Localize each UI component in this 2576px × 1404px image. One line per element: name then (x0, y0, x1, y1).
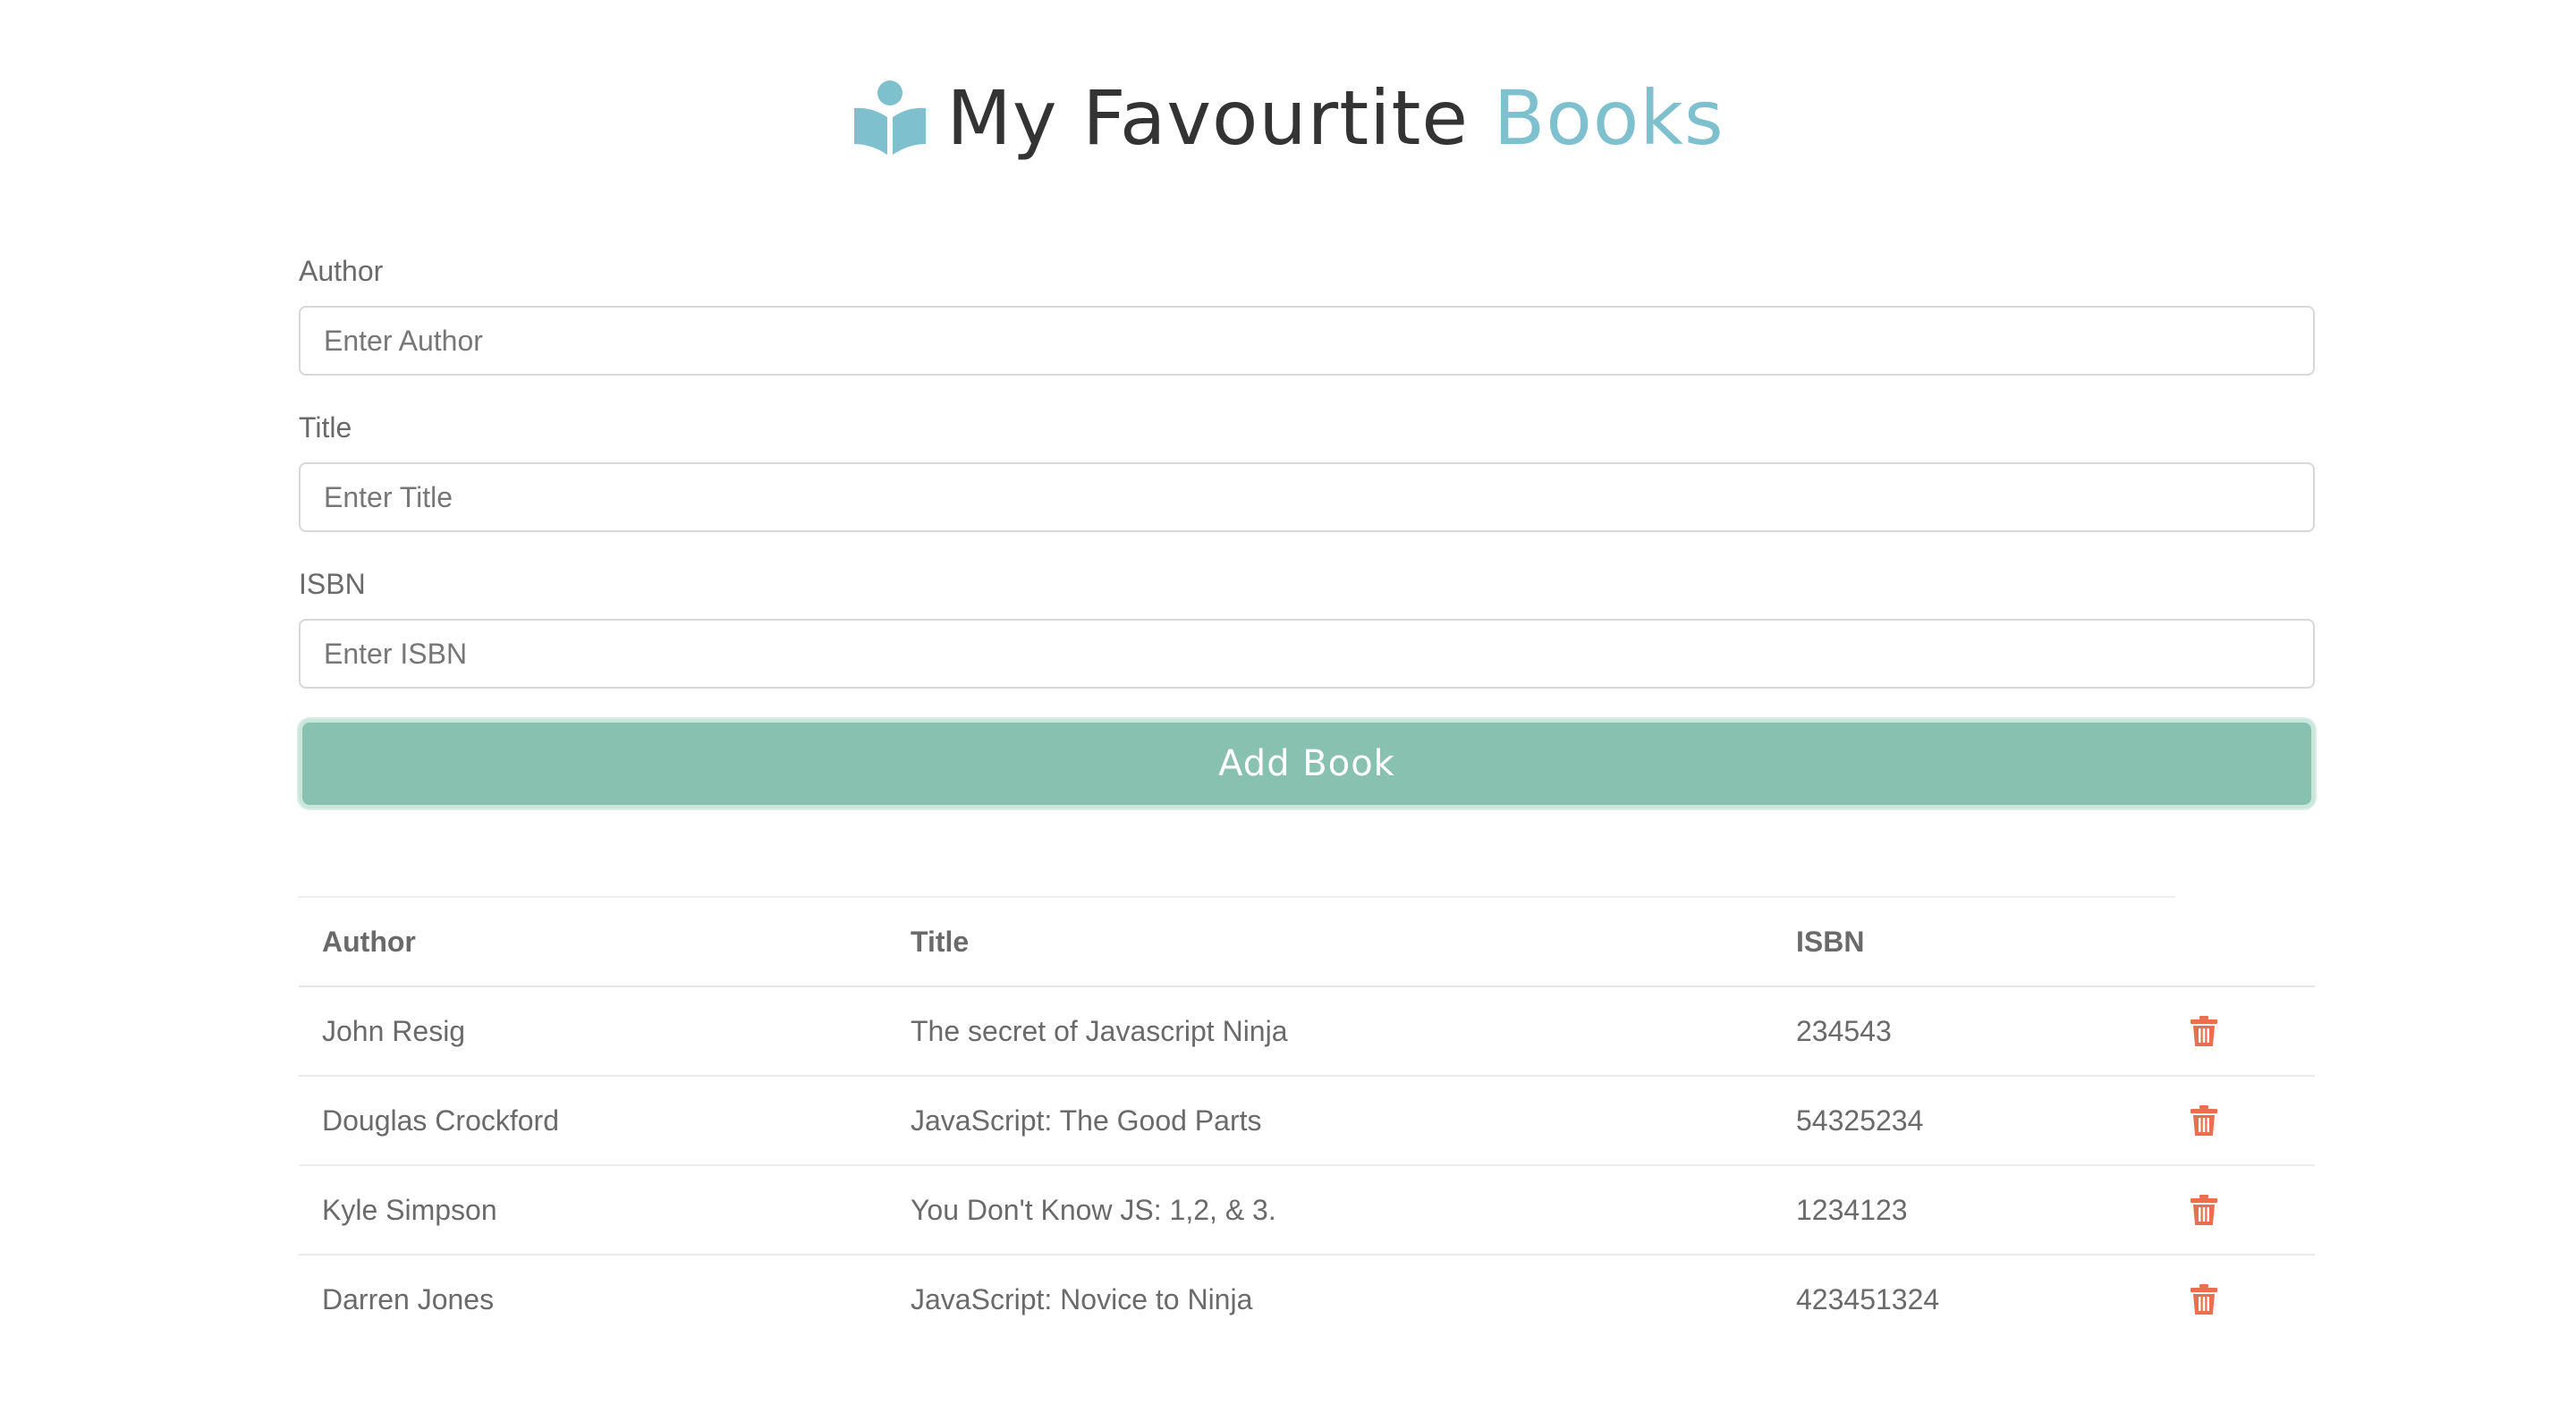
isbn-input[interactable] (299, 619, 2315, 689)
isbn-label: ISBN (299, 568, 366, 600)
delete-button[interactable] (2186, 987, 2222, 1075)
cell-isbn: 234543 (1796, 1015, 1892, 1047)
cell-title: You Don't Know JS: 1,2, & 3. (911, 1194, 1276, 1226)
cell-author: Darren Jones (322, 1283, 495, 1315)
author-input[interactable] (299, 306, 2315, 376)
author-form-group: Author (299, 250, 2315, 376)
trash-icon[interactable] (2190, 1104, 2218, 1137)
page-header: My Favourtite Books (0, 73, 2576, 163)
trash-icon[interactable] (2190, 1015, 2218, 1047)
delete-button[interactable] (2186, 1077, 2222, 1164)
delete-button[interactable] (2186, 1166, 2222, 1254)
title-label: Title (299, 411, 352, 444)
author-label: Author (299, 255, 384, 287)
book-reader-icon (852, 80, 928, 156)
table-row: Douglas Crockford JavaScript: The Good P… (299, 1077, 2315, 1166)
delete-button[interactable] (2186, 1256, 2222, 1343)
cell-isbn: 1234123 (1796, 1194, 1908, 1226)
table-row: Kyle Simpson You Don't Know JS: 1,2, & 3… (299, 1166, 2315, 1256)
cell-title: JavaScript: The Good Parts (911, 1104, 1262, 1137)
page-title-accent: Books (1493, 74, 1724, 162)
title-input[interactable] (299, 462, 2315, 532)
table-row: Darren Jones JavaScript: Novice to Ninja… (299, 1256, 2315, 1343)
cell-isbn: 54325234 (1796, 1104, 1924, 1137)
column-header-isbn: ISBN (1796, 926, 1865, 958)
page: My Favourtite Books Author Title ISBN Ad… (0, 0, 2576, 1404)
column-header-title: Title (911, 926, 970, 958)
table-header-row: Author Title ISBN (299, 898, 2315, 987)
table-row: John Resig The secret of Javascript Ninj… (299, 987, 2315, 1077)
column-header-author: Author (322, 926, 416, 958)
cell-author: Douglas Crockford (322, 1104, 559, 1137)
add-book-button[interactable]: Add Book (299, 719, 2315, 808)
page-title: My Favourtite Books (946, 73, 1724, 163)
cell-isbn: 423451324 (1796, 1283, 1940, 1315)
page-title-main: My Favourtite (946, 74, 1470, 162)
cell-title: JavaScript: Novice to Ninja (911, 1283, 1253, 1315)
isbn-form-group: ISBN (299, 563, 2315, 689)
cell-author: Kyle Simpson (322, 1194, 497, 1226)
trash-icon[interactable] (2190, 1194, 2218, 1226)
cell-title: The secret of Javascript Ninja (911, 1015, 1288, 1047)
trash-icon[interactable] (2190, 1283, 2218, 1315)
cell-author: John Resig (322, 1015, 466, 1047)
title-form-group: Title (299, 407, 2315, 532)
